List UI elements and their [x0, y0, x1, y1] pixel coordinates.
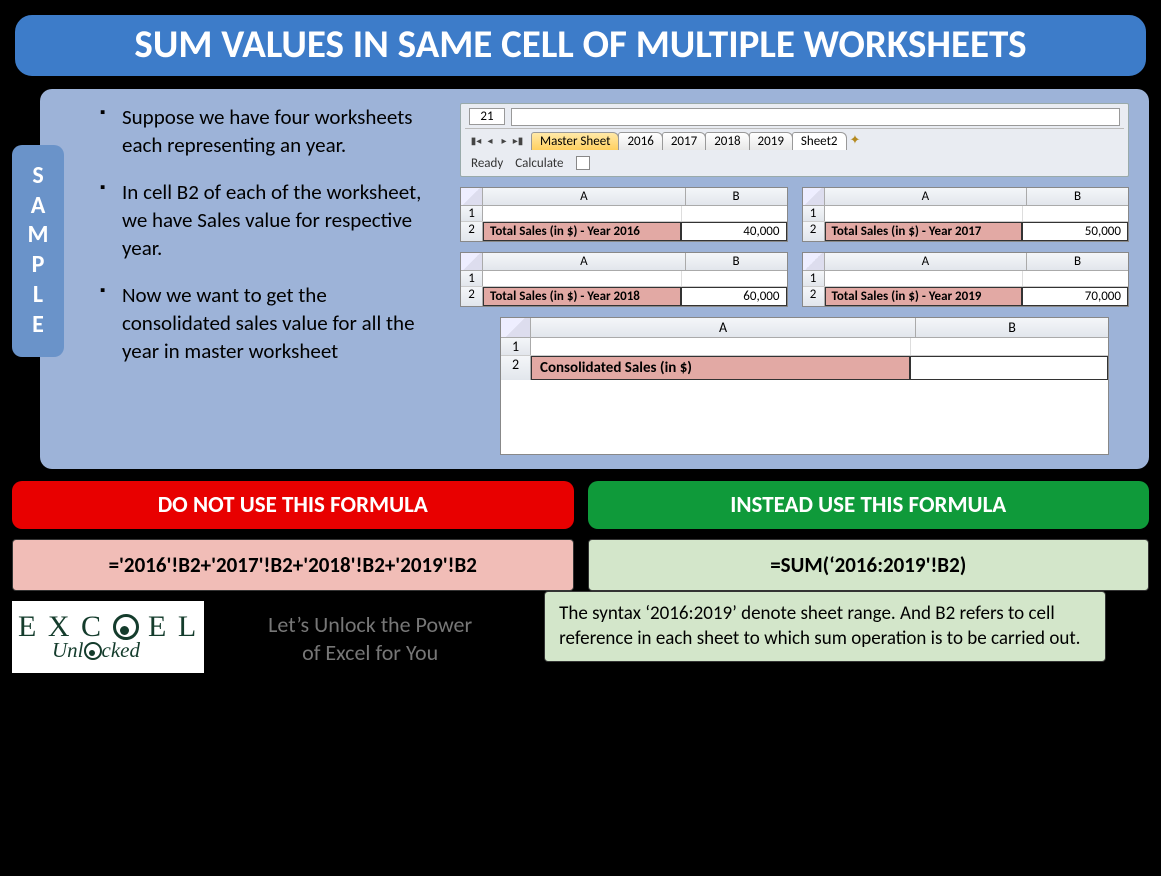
- formula-bar: [511, 108, 1120, 126]
- sheet-tab: 2018: [705, 132, 749, 150]
- good-formula: =SUM(‘2016:2019'!B2): [588, 539, 1150, 591]
- bullet-item: Suppose we have four worksheets each rep…: [100, 103, 440, 160]
- sample-section: S A M P L E Suppose we have four workshe…: [12, 89, 1149, 469]
- new-sheet-icon: ✦: [850, 133, 861, 148]
- sample-body: Suppose we have four worksheets each rep…: [40, 89, 1149, 469]
- row-number-box: 21: [469, 108, 505, 125]
- sheet-tab: 2019: [749, 132, 793, 150]
- bullet-item: Now we want to get the consolidated sale…: [100, 281, 440, 366]
- bullet-item: In cell B2 of each of the worksheet, we …: [100, 178, 440, 263]
- status-ready: Ready: [471, 156, 503, 171]
- footer: E X C E L Unlcked Let’s Unlock the Power…: [12, 601, 530, 678]
- tagline: Let’s Unlock the Power of Excel for You: [210, 601, 530, 678]
- nav-first-icon: ▮◂: [469, 134, 483, 147]
- status-calculate: Calculate: [515, 156, 563, 171]
- mini-grid-2019: AB 1 2Total Sales (in $) - Year 201970,0…: [802, 252, 1130, 307]
- sheet-tab: 2016: [618, 132, 662, 150]
- mini-grid-2016: AB 1 2Total Sales (in $) - Year 201640,0…: [460, 187, 788, 242]
- do-not-use-header: DO NOT USE THIS FORMULA: [12, 481, 574, 529]
- consolidated-grid: AB 1 2Consolidated Sales (in $): [500, 317, 1109, 455]
- sheet-tab: Master Sheet: [531, 132, 619, 150]
- sheet-nav-buttons: ▮◂ ◂ ▸ ▸▮: [469, 134, 525, 147]
- sheet-tab: Sheet2: [792, 132, 847, 150]
- excel-unlocked-logo: E X C E L Unlcked: [12, 601, 204, 673]
- nav-last-icon: ▸▮: [511, 134, 525, 147]
- macro-record-icon: [576, 156, 590, 170]
- nav-prev-icon: ◂: [483, 134, 497, 147]
- worksheet-tabs-screenshot: 21 ▮◂ ◂ ▸ ▸▮ Master Sheet 2016 2017 2018…: [460, 103, 1129, 177]
- mini-grid-2017: AB 1 2Total Sales (in $) - Year 201750,0…: [802, 187, 1130, 242]
- nav-next-icon: ▸: [497, 134, 511, 147]
- sheet-tab: 2017: [662, 132, 706, 150]
- mini-grid-2018: AB 1 2Total Sales (in $) - Year 201860,0…: [460, 252, 788, 307]
- formula-comparison: DO NOT USE THIS FORMULA ='2016'!B2+'2017…: [12, 481, 1149, 591]
- screenshots-column: 21 ▮◂ ◂ ▸ ▸▮ Master Sheet 2016 2017 2018…: [460, 103, 1129, 455]
- page-title: SUM VALUES IN SAME CELL OF MULTIPLE WORK…: [12, 12, 1149, 79]
- magnifier-icon: [113, 614, 139, 640]
- syntax-note: The syntax ‘2016:2019’ denote sheet rang…: [544, 591, 1106, 662]
- bullet-list: Suppose we have four worksheets each rep…: [100, 103, 440, 455]
- bad-formula: ='2016'!B2+'2017'!B2+'2018'!B2+'2019'!B2: [12, 539, 574, 591]
- sample-vertical-label: S A M P L E: [12, 145, 64, 357]
- instead-use-header: INSTEAD USE THIS FORMULA: [588, 481, 1150, 529]
